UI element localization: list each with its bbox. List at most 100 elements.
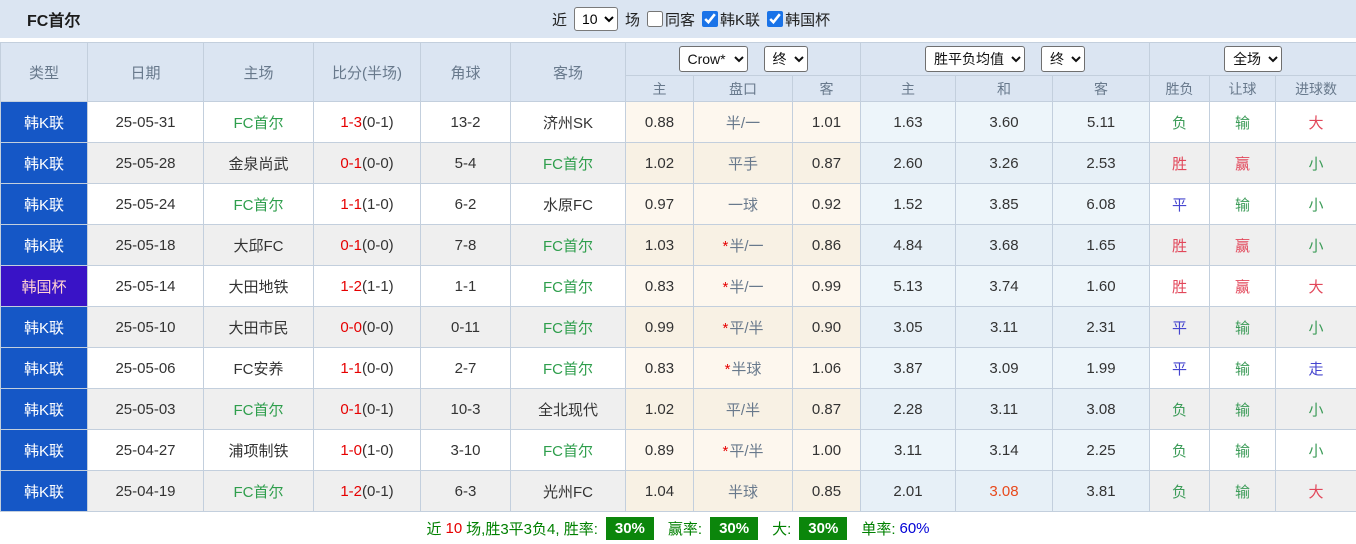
- away-team-cell: FC首尔: [511, 430, 626, 471]
- mean-home-cell: 2.01: [861, 471, 956, 512]
- big-rate-label: 大:: [772, 518, 791, 539]
- odds-away-cell: 0.87: [793, 389, 861, 430]
- match-date-cell: 25-05-28: [88, 143, 204, 184]
- col-header-date: 日期: [88, 43, 204, 102]
- odds-final-select[interactable]: 终: [764, 46, 808, 72]
- col-header-score: 比分(半场): [314, 43, 421, 102]
- fulltime-score: 1-3: [340, 114, 362, 131]
- home-team-name: 大邱FC: [234, 238, 284, 255]
- mean-draw-cell: 3.85: [956, 184, 1053, 225]
- match-type-cell: 韩K联: [1, 143, 88, 184]
- odds-home-cell: 0.88: [626, 102, 694, 143]
- recent-count-select[interactable]: 10: [574, 7, 618, 31]
- mean-away-cell: 3.08: [1053, 389, 1150, 430]
- fulltime-score: 0-1: [340, 155, 362, 172]
- match-type-cell: 韩K联: [1, 184, 88, 225]
- cup-checkbox[interactable]: [767, 11, 783, 27]
- odds-away-cell: 0.99: [793, 266, 861, 307]
- filter-toolbar: 近 10 场 同客 韩K联 韩国杯: [552, 0, 830, 38]
- result-goals-cell: 小: [1276, 143, 1356, 184]
- away-team-cell: FC首尔: [511, 348, 626, 389]
- single-rate-value: 60%: [899, 520, 929, 537]
- handicap-cell: 半球: [694, 471, 793, 512]
- away-team-cell: 光州FC: [511, 471, 626, 512]
- mean-away-cell: 3.81: [1053, 471, 1150, 512]
- match-row: 韩K联25-05-03FC首尔0-1(0-1)10-3全北现代1.02平/半0.…: [1, 389, 1356, 430]
- subheader-mean-draw: 和: [956, 76, 1053, 102]
- home-team-cell: FC首尔: [204, 471, 314, 512]
- match-date-cell: 25-05-03: [88, 389, 204, 430]
- mean-final-select[interactable]: 终: [1041, 46, 1085, 72]
- home-team-cell: 金泉尚武: [204, 143, 314, 184]
- away-team-name: FC首尔: [543, 279, 593, 296]
- home-team-name: FC首尔: [234, 402, 284, 419]
- mean-away-cell: 2.31: [1053, 307, 1150, 348]
- odds-company-select[interactable]: Crow*: [679, 46, 748, 72]
- away-team-name: 全北现代: [538, 402, 598, 419]
- mean-draw-cell: 3.08: [956, 471, 1053, 512]
- result-wdl-cell: 胜: [1150, 225, 1210, 266]
- result-handicap-cell: 输: [1210, 471, 1276, 512]
- mean-away-cell: 5.11: [1053, 102, 1150, 143]
- same-away-checkbox[interactable]: [647, 11, 663, 27]
- result-wdl-cell: 胜: [1150, 266, 1210, 307]
- table-header-controls-row: 类型 日期 主场 比分(半场) 角球 客场 Crow* 终 胜: [1, 43, 1356, 76]
- halftime-score: (1-0): [362, 442, 394, 459]
- result-handicap-cell: 输: [1210, 389, 1276, 430]
- result-wdl-cell: 负: [1150, 430, 1210, 471]
- match-row: 韩K联25-05-24FC首尔1-1(1-0)6-2水原FC0.97一球0.92…: [1, 184, 1356, 225]
- fulltime-score: 1-2: [340, 278, 362, 295]
- handicap-star-mark: *: [722, 320, 728, 337]
- result-goals-cell: 小: [1276, 184, 1356, 225]
- odds-home-cell: 0.83: [626, 348, 694, 389]
- match-date-cell: 25-05-24: [88, 184, 204, 225]
- mean-draw-cell: 3.11: [956, 389, 1053, 430]
- odds-home-cell: 0.89: [626, 430, 694, 471]
- handicap-cell: 平手: [694, 143, 793, 184]
- league-checkbox[interactable]: [702, 11, 718, 27]
- away-team-cell: 济州SK: [511, 102, 626, 143]
- away-team-name: 光州FC: [543, 484, 593, 501]
- result-handicap-cell: 输: [1210, 184, 1276, 225]
- score-cell: 0-0(0-0): [314, 307, 421, 348]
- odds-away-cell: 1.01: [793, 102, 861, 143]
- subheader-odds-away: 客: [793, 76, 861, 102]
- corner-cell: 7-8: [421, 225, 511, 266]
- fulltime-score: 1-0: [340, 442, 362, 459]
- mean-type-select[interactable]: 胜平负均值: [925, 46, 1025, 72]
- mean-away-cell: 6.08: [1053, 184, 1150, 225]
- halftime-score: (0-0): [362, 237, 394, 254]
- away-team-name: FC首尔: [543, 361, 593, 378]
- match-row: 韩K联25-05-31FC首尔1-3(0-1)13-2济州SK0.88半/一1.…: [1, 102, 1356, 143]
- score-cell: 1-1(0-0): [314, 348, 421, 389]
- away-team-cell: FC首尔: [511, 307, 626, 348]
- mean-home-cell: 3.87: [861, 348, 956, 389]
- home-team-cell: FC首尔: [204, 389, 314, 430]
- home-team-cell: FC安养: [204, 348, 314, 389]
- scope-select[interactable]: 全场: [1224, 46, 1282, 72]
- score-cell: 0-1(0-0): [314, 225, 421, 266]
- fulltime-score: 0-0: [340, 319, 362, 336]
- match-row: 韩国杯25-05-14大田地铁1-2(1-1)1-1FC首尔0.83*半/一0.…: [1, 266, 1356, 307]
- match-date-cell: 25-05-10: [88, 307, 204, 348]
- summary-count: 10: [445, 520, 462, 537]
- result-handicap-cell: 输: [1210, 102, 1276, 143]
- home-team-cell: FC首尔: [204, 102, 314, 143]
- match-type-cell: 韩K联: [1, 471, 88, 512]
- match-row: 韩K联25-04-27浦项制铁1-0(1-0)3-10FC首尔0.89*平/半1…: [1, 430, 1356, 471]
- win-rate-badge: 30%: [606, 517, 654, 540]
- profit-rate-badge: 30%: [710, 517, 758, 540]
- result-handicap-cell: 输: [1210, 348, 1276, 389]
- corner-cell: 1-1: [421, 266, 511, 307]
- same-away-label: 同客: [665, 9, 695, 30]
- mean-home-cell: 3.11: [861, 430, 956, 471]
- mean-draw-cell: 3.09: [956, 348, 1053, 389]
- mean-home-cell: 5.13: [861, 266, 956, 307]
- handicap-cell: 平/半: [694, 389, 793, 430]
- odds-away-cell: 1.00: [793, 430, 861, 471]
- odds-away-cell: 0.90: [793, 307, 861, 348]
- summary-near-label: 近: [426, 518, 441, 539]
- odds-away-cell: 0.85: [793, 471, 861, 512]
- result-wdl-cell: 负: [1150, 389, 1210, 430]
- match-type-cell: 韩K联: [1, 307, 88, 348]
